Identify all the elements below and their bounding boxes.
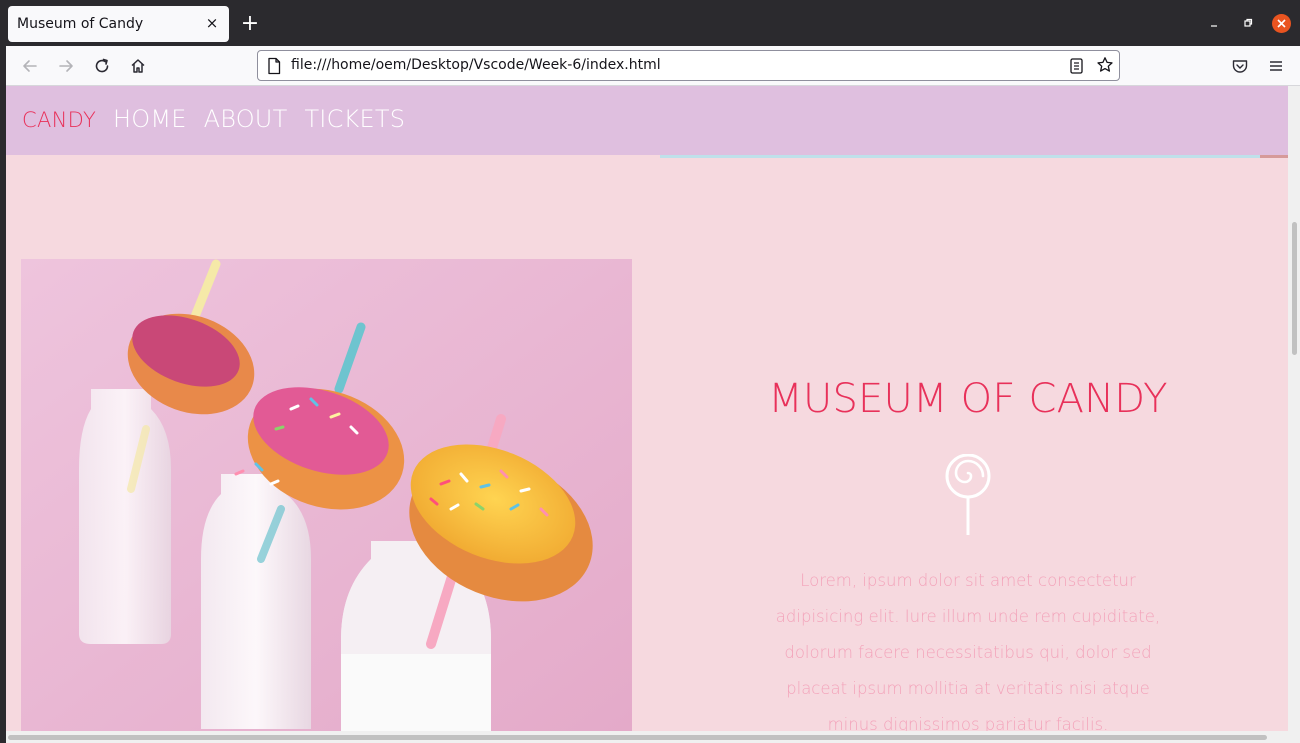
hero-title: MUSEUM OF CANDY [768, 376, 1168, 422]
web-page: CANDY HOME ABOUT TICKETS MUSEUM OF CANDY… [6, 86, 1288, 731]
maximize-button[interactable] [1239, 14, 1257, 32]
header-accent-line [660, 155, 1260, 158]
vertical-scrollbar-thumb[interactable] [1292, 222, 1297, 355]
minimize-button[interactable] [1205, 14, 1223, 32]
horizontal-scrollbar-thumb[interactable] [8, 735, 1267, 740]
tab-title: Museum of Candy [17, 16, 144, 32]
pocket-icon[interactable] [1231, 57, 1249, 75]
restore-icon [1244, 18, 1253, 27]
tab-close-button[interactable]: × [203, 14, 221, 32]
star-icon[interactable] [1096, 56, 1114, 74]
minimize-icon [1211, 25, 1217, 27]
browser-tab[interactable]: Museum of Candy × [8, 6, 229, 42]
nav-link-about[interactable]: ABOUT [204, 105, 288, 133]
reload-icon[interactable] [93, 57, 111, 75]
hero-photo [21, 259, 632, 731]
arrow-right-icon[interactable] [57, 57, 75, 75]
brand-logo-link[interactable]: CANDY [22, 108, 96, 132]
browser-titlebar: Museum of Candy × + [0, 0, 1300, 46]
hero-description: Lorem, ipsum dolor sit amet consectetur … [775, 571, 1161, 731]
browser-toolbar: file:///home/oem/Desktop/Vscode/Week-6/i… [0, 46, 1300, 86]
close-window-button[interactable] [1272, 14, 1291, 33]
nav-link-home[interactable]: HOME [113, 105, 187, 133]
arrow-left-icon[interactable] [21, 57, 39, 75]
reader-view-icon[interactable] [1069, 57, 1085, 75]
header-accent-end [1260, 155, 1288, 158]
home-icon[interactable] [129, 57, 147, 75]
desktop-edge [0, 0, 6, 743]
donuts-milk-bottles-image [21, 259, 632, 731]
hamburger-menu-icon[interactable] [1267, 57, 1285, 75]
vertical-scrollbar-track[interactable] [1288, 86, 1300, 731]
url-bar[interactable]: file:///home/oem/Desktop/Vscode/Week-6/i… [257, 50, 1120, 81]
url-text[interactable]: file:///home/oem/Desktop/Vscode/Week-6/i… [291, 57, 661, 73]
site-header: CANDY HOME ABOUT TICKETS [6, 86, 1288, 155]
nav-link-tickets[interactable]: TICKETS [304, 105, 405, 133]
site-nav: HOME ABOUT TICKETS [113, 105, 422, 133]
close-icon [1277, 19, 1286, 28]
new-tab-button[interactable]: + [240, 13, 260, 35]
page-icon [268, 57, 281, 75]
lollipop-icon [945, 454, 991, 535]
